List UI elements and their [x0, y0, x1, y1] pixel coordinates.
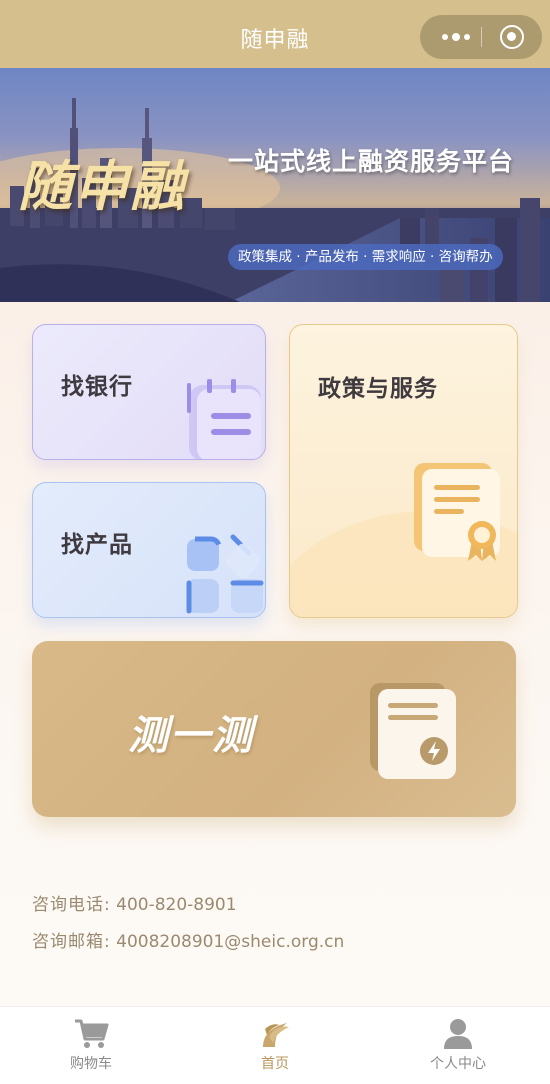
tab-cart-label: 购物车 — [70, 1056, 112, 1072]
self-test-card[interactable]: 测一测 — [32, 641, 516, 817]
cart-icon — [75, 1019, 109, 1048]
bottom-tab-bar: 购物车 首页 个人中心 — [0, 1006, 550, 1084]
close-mini-program-icon[interactable] — [500, 25, 524, 49]
grid-apps-icon — [184, 534, 264, 614]
contact-phone-label: 咨询电话: — [32, 895, 111, 915]
tab-cart[interactable]: 购物车 — [31, 1007, 151, 1084]
dot-icon — [442, 34, 448, 40]
banner-tags: 政策集成 · 产品发布 · 需求响应 · 咨询帮办 — [228, 244, 503, 270]
user-icon — [444, 1019, 472, 1049]
contact-email-value[interactable]: 4008208901@sheic.org.cn — [116, 932, 344, 952]
tab-home[interactable]: 首页 — [215, 1007, 335, 1084]
dot-icon — [452, 33, 460, 41]
capsule-divider — [481, 27, 482, 47]
home-logo-icon — [263, 1023, 289, 1047]
policy-service-card[interactable]: 政策与服务 — [289, 324, 518, 618]
find-product-card[interactable]: 找产品 — [32, 482, 266, 618]
policy-service-label: 政策与服务 — [318, 376, 438, 402]
find-bank-card[interactable]: 找银行 — [32, 324, 266, 460]
contact-email-label: 咨询邮箱: — [32, 932, 111, 952]
document-lightning-icon — [370, 683, 456, 779]
tab-profile[interactable]: 个人中心 — [398, 1007, 518, 1084]
contact-email-row: 咨询邮箱: 4008208901@sheic.org.cn — [32, 927, 344, 952]
contact-phone-row: 咨询电话: 400-820-8901 — [32, 890, 237, 915]
banner-brand-title: 随申融 — [18, 155, 186, 218]
mini-program-capsule — [420, 15, 542, 59]
contact-phone-value[interactable]: 400-820-8901 — [116, 895, 236, 915]
more-options-button[interactable] — [430, 15, 482, 59]
hero-banner[interactable]: 随申融 一站式线上融资服务平台 政策集成 · 产品发布 · 需求响应 · 咨询帮… — [0, 68, 550, 302]
self-test-label: 测一测 — [128, 713, 254, 759]
find-bank-label: 找银行 — [61, 374, 133, 400]
tab-home-label: 首页 — [261, 1056, 289, 1072]
dot-icon — [464, 34, 470, 40]
tab-profile-label: 个人中心 — [430, 1056, 486, 1072]
find-product-label: 找产品 — [61, 532, 133, 558]
clipboard-icon — [187, 379, 261, 459]
certificate-icon — [414, 463, 500, 561]
navigation-bar: 随申融 — [0, 0, 550, 68]
banner-slogan: 一站式线上融资服务平台 — [228, 147, 515, 176]
